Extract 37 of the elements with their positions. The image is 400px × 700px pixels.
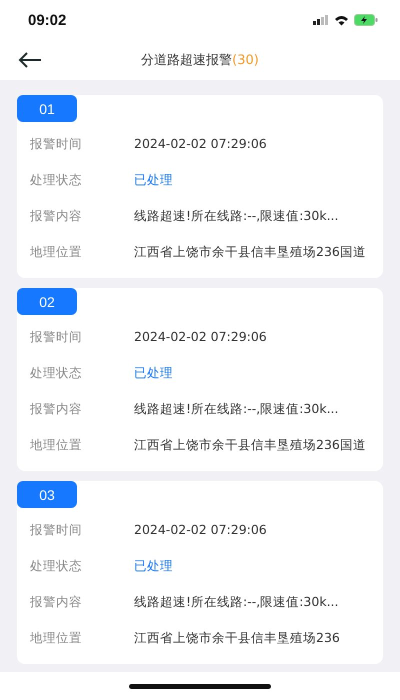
alarm-number: 01 xyxy=(17,95,77,122)
field-label: 处理状态 xyxy=(30,171,83,189)
field-value: 江西省上饶市余干县信丰垦殖场236 xyxy=(134,629,341,647)
status-value: 已处理 xyxy=(134,557,174,575)
field-label: 报警时间 xyxy=(30,135,83,153)
home-indicator[interactable] xyxy=(129,684,271,688)
alarm-card[interactable]: 01 报警时间 2024-02-02 07:29:06 处理状态 已处理 报警内容 线路超速!所在线路:--,限速值:30k... 地理位置 江西省上饶市余干县信丰垦殖场236国道 xyxy=(17,95,383,278)
field-label: 报警内容 xyxy=(30,207,83,225)
field-label: 报警内容 xyxy=(30,400,83,418)
field-label: 报警内容 xyxy=(30,593,83,611)
field-value: 线路超速!所在线路:--,限速值:30k... xyxy=(134,593,340,611)
alarm-number: 03 xyxy=(17,481,77,508)
back-arrow-icon[interactable] xyxy=(17,51,43,69)
field-label: 报警时间 xyxy=(30,521,83,539)
field-label: 处理状态 xyxy=(30,557,83,575)
field-value: 2024-02-02 07:29:06 xyxy=(134,328,268,346)
field-label: 地理位置 xyxy=(30,629,83,647)
signal-icon xyxy=(313,15,329,25)
field-label: 处理状态 xyxy=(30,364,83,382)
wifi-icon xyxy=(334,14,349,26)
battery-icon xyxy=(354,14,378,26)
field-value: 线路超速!所在线路:--,限速值:30k... xyxy=(134,207,340,225)
field-value: 江西省上饶市余干县信丰垦殖场236国道 xyxy=(134,436,367,454)
field-label: 报警时间 xyxy=(30,328,83,346)
field-value: 江西省上饶市余干县信丰垦殖场236国道 xyxy=(134,243,367,261)
alarm-number: 02 xyxy=(17,288,77,315)
alarm-card[interactable]: 03 报警时间 2024-02-02 07:29:06 处理状态 已处理 报警内容 线路超速!所在线路:--,限速值:30k... 地理位置 江西省上饶市余干县信丰垦殖场236 xyxy=(17,481,383,664)
field-value: 2024-02-02 07:29:06 xyxy=(134,521,268,539)
alarm-card[interactable]: 02 报警时间 2024-02-02 07:29:06 处理状态 已处理 报警内容 线路超速!所在线路:--,限速值:30k... 地理位置 江西省上饶市余干县信丰垦殖场236国道 xyxy=(17,288,383,471)
page-title: 分道路超速报警(30) xyxy=(141,52,259,69)
field-label: 地理位置 xyxy=(30,436,83,454)
field-value: 2024-02-02 07:29:06 xyxy=(134,135,268,153)
field-label: 地理位置 xyxy=(30,243,83,261)
status-value: 已处理 xyxy=(134,364,174,382)
field-value: 线路超速!所在线路:--,限速值:30k... xyxy=(134,400,340,418)
status-time: 09:02 xyxy=(28,12,66,28)
status-value: 已处理 xyxy=(134,171,174,189)
